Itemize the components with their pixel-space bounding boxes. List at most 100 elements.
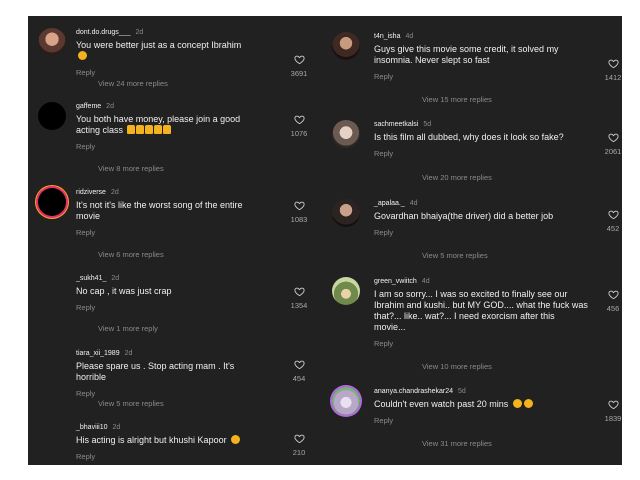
view-more-replies[interactable]: View 1 more reply: [98, 324, 158, 333]
comment-text: It's not it's like the worst song of the…: [76, 200, 243, 221]
like-count: 1354: [290, 301, 308, 310]
username[interactable]: tiara_xii_1989: [76, 350, 120, 357]
reply-button[interactable]: Reply: [374, 72, 393, 81]
like-count: 1076: [290, 129, 308, 138]
view-more-replies[interactable]: View 10 more replies: [422, 362, 492, 371]
like-count: 456: [606, 304, 620, 313]
timestamp: 2d: [112, 424, 121, 431]
heart-icon[interactable]: [607, 289, 619, 300]
crying-face-emoji: [523, 399, 533, 408]
folded-hands-emoji: [144, 125, 153, 134]
crying-face-emoji: [512, 399, 522, 408]
reply-button[interactable]: Reply: [374, 228, 393, 237]
view-more-replies[interactable]: View 6 more replies: [98, 250, 164, 259]
view-more-replies[interactable]: View 5 more replies: [98, 399, 164, 408]
reply-button[interactable]: Reply: [76, 228, 95, 237]
like-control[interactable]: 1076: [282, 114, 316, 138]
like-control[interactable]: 1412: [596, 58, 622, 82]
heart-icon[interactable]: [293, 200, 305, 211]
like-control[interactable]: 1354: [282, 286, 316, 310]
reply-button[interactable]: Reply: [374, 149, 393, 158]
folded-hands-emoji: [153, 125, 162, 134]
like-count: 1083: [290, 215, 308, 224]
username[interactable]: ananya.chandrashekar24: [374, 388, 453, 395]
view-more-replies[interactable]: View 8 more replies: [98, 164, 164, 173]
timestamp: 2d: [106, 103, 114, 110]
like-count: 210: [292, 448, 306, 457]
avatar[interactable]: [332, 387, 360, 415]
timestamp: 2d: [110, 189, 119, 196]
comment-text: I am so sorry... I was so excited to fin…: [374, 289, 588, 332]
like-control[interactable]: 3691: [282, 54, 316, 78]
like-control[interactable]: 456: [596, 289, 622, 313]
heart-icon[interactable]: [293, 433, 305, 444]
like-control[interactable]: 1083: [282, 200, 316, 224]
reply-button[interactable]: Reply: [374, 416, 393, 425]
view-more-replies[interactable]: View 20 more replies: [422, 173, 492, 182]
view-more-replies[interactable]: View 15 more replies: [422, 95, 492, 104]
heart-icon[interactable]: [607, 399, 619, 410]
view-more-replies[interactable]: View 5 more replies: [422, 251, 488, 260]
like-count: 3691: [290, 69, 308, 78]
like-count: 454: [292, 374, 306, 383]
timestamp: 2d: [124, 350, 133, 357]
username[interactable]: sachmeetkalsi: [374, 121, 418, 128]
avatar[interactable]: [332, 120, 360, 148]
heart-icon[interactable]: [293, 286, 305, 297]
avatar[interactable]: [38, 102, 66, 130]
avatar[interactable]: [332, 199, 360, 227]
heart-icon[interactable]: [293, 114, 305, 125]
like-control[interactable]: 454: [282, 359, 316, 383]
timestamp: 5d: [458, 388, 466, 395]
timestamp: 4d: [405, 33, 414, 40]
comment-text: No cap , it was just crap: [76, 286, 172, 296]
username[interactable]: green_vwiitch: [374, 278, 417, 285]
view-more-replies[interactable]: View 24 more replies: [98, 79, 168, 88]
comments-screenshot: dont.do.drugs___ 2d You were better just …: [28, 16, 622, 465]
like-control[interactable]: 452: [596, 209, 622, 233]
view-more-replies[interactable]: View 31 more replies: [422, 439, 492, 448]
folded-hands-emoji: [135, 125, 144, 134]
heart-icon[interactable]: [293, 359, 305, 370]
username[interactable]: ridziverse: [76, 189, 106, 196]
avatar[interactable]: [38, 188, 66, 216]
heart-icon[interactable]: [607, 209, 619, 220]
timestamp: 4d: [421, 278, 430, 285]
username[interactable]: gaffeme: [76, 103, 101, 110]
comment-text: Is this film all dubbed, why does it loo…: [374, 132, 564, 142]
heart-icon[interactable]: [293, 54, 305, 65]
timestamp: 5d: [423, 121, 432, 128]
like-count: 1839: [604, 414, 622, 423]
like-count: 1412: [604, 73, 622, 82]
reply-button[interactable]: Reply: [76, 452, 95, 461]
sad-face-emoji: [78, 51, 87, 60]
heart-icon[interactable]: [607, 132, 619, 143]
reply-button[interactable]: Reply: [76, 303, 95, 312]
comment-text: His acting is alright but khushi Kapoor: [76, 435, 227, 445]
avatar[interactable]: [332, 32, 360, 60]
reply-button[interactable]: Reply: [76, 389, 95, 398]
weary-face-emoji: [231, 435, 241, 444]
username[interactable]: _apalaa._: [374, 200, 405, 207]
reply-button[interactable]: Reply: [76, 68, 95, 77]
reply-button[interactable]: Reply: [374, 339, 393, 348]
username[interactable]: t4n_isha: [374, 33, 400, 40]
avatar[interactable]: [38, 28, 66, 56]
heart-icon[interactable]: [607, 58, 619, 69]
comment-text: Couldn't even watch past 20 mins: [374, 399, 509, 409]
folded-hands-emoji: [126, 125, 135, 134]
reply-button[interactable]: Reply: [76, 142, 95, 151]
username[interactable]: _bhaviii10: [76, 424, 108, 431]
like-control[interactable]: 2061: [596, 132, 622, 156]
avatar[interactable]: [332, 277, 360, 305]
like-count: 2061: [604, 147, 622, 156]
like-control[interactable]: 210: [282, 433, 316, 457]
timestamp: 4d: [409, 200, 418, 207]
like-control[interactable]: 1839: [596, 399, 622, 423]
timestamp: 2d: [135, 29, 144, 36]
username[interactable]: _sukh41_: [76, 275, 106, 282]
comment-text: You were better just as a concept Ibrahi…: [76, 40, 242, 50]
username[interactable]: dont.do.drugs___: [76, 29, 131, 36]
like-count: 452: [606, 224, 620, 233]
comment-text: Guys give this movie some credit, it sol…: [374, 44, 559, 65]
